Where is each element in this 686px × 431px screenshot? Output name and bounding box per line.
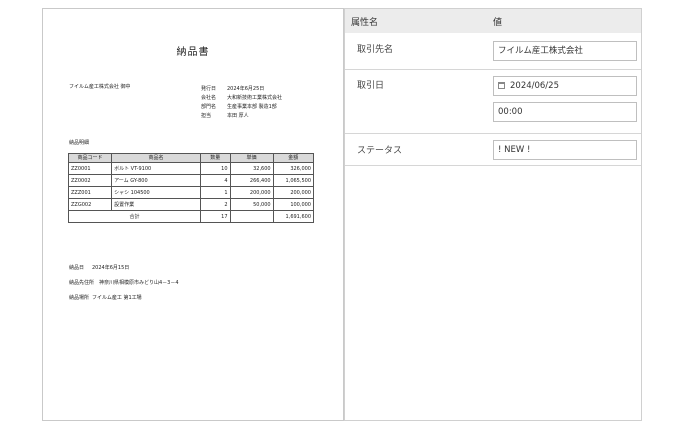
total-label: 合計 <box>68 210 201 223</box>
meta-person: 担当 本田 厚人 <box>201 111 282 120</box>
panel-header: 属性名 値 <box>345 9 641 33</box>
footer-label: 納品場所 <box>69 294 90 301</box>
footer-value: 神奈川県相模原市みどり山4－3－4 <box>99 279 179 286</box>
delivery-place-row: 納品場所 フイルム産工 第1工場 <box>69 290 179 305</box>
cell-amount: 1,065,500 <box>272 174 315 187</box>
property-row-status: ステータス ! NEW ! <box>345 134 641 166</box>
meta-label: 会社名 <box>201 94 217 101</box>
cell-amount: 326,000 <box>272 162 315 175</box>
delivery-address-row: 納品先住所 神奈川県相模原市みどり山4－3－4 <box>69 275 179 290</box>
cell-code: ZZ0001 <box>67 162 113 175</box>
meta-value: 大和新技術工業株式会社 <box>227 94 283 101</box>
partner-input[interactable]: フイルム産工株式会社 <box>493 41 637 61</box>
document-title: 納品書 <box>176 47 210 58</box>
cell-name: シャシ 104500 <box>111 186 201 199</box>
footer-label: 納品先住所 <box>69 279 95 286</box>
table-row: ZZG002 設置作業 2 50,000 100,000 <box>67 198 315 211</box>
table-row: ZZ0001 ボルト VT-9100 10 32,600 326,000 <box>67 162 315 175</box>
header-price: 単価 <box>229 153 274 163</box>
cell-name: 設置作業 <box>111 198 201 211</box>
partner-label: 取引先名 <box>357 45 394 55</box>
total-qty: 17 <box>199 210 231 223</box>
meta-company: 会社名 大和新技術工業株式会社 <box>201 93 282 102</box>
cell-code: ZZ0002 <box>67 174 113 187</box>
cell-amount: 200,000 <box>272 186 315 199</box>
items-table: 商品コード 商品名 数量 単価 金額 ZZ0001 ボルト VT-9100 10… <box>67 153 315 223</box>
delivery-note-page: 納品書 フイルム産工株式会社 御中 発行日 2024年6月25日 会社名 大和新… <box>43 9 343 420</box>
status-input[interactable]: ! NEW ! <box>493 140 637 160</box>
header-code: 商品コード <box>67 153 113 163</box>
cell-qty: 4 <box>199 174 231 187</box>
calendar-icon[interactable] <box>498 82 505 89</box>
meta-label: 担当 <box>201 112 212 119</box>
trade-date-input[interactable]: 2024/06/25 <box>493 76 637 96</box>
table-row: ZZZ001 シャシ 104500 1 200,000 200,000 <box>67 186 315 199</box>
table-total-row: 合計 17 1,691,600 <box>68 210 315 223</box>
cell-qty: 1 <box>199 186 231 199</box>
total-price <box>229 210 274 223</box>
footer-value: フイルム産工 第1工場 <box>92 294 142 301</box>
header-amount: 金額 <box>272 153 315 163</box>
cell-price: 266,400 <box>229 174 274 187</box>
trade-date-label: 取引日 <box>357 81 385 91</box>
cell-qty: 10 <box>199 162 231 175</box>
meta-issue-date: 発行日 2024年6月25日 <box>201 84 282 93</box>
footer-label: 納品日 <box>69 264 85 271</box>
property-row-trade-date: 取引日 2024/06/25 00:00 <box>345 70 641 134</box>
status-label: ステータス <box>357 146 403 156</box>
delivery-date-row: 納品日 2024年6月15日 <box>69 260 179 275</box>
meta-label: 部門名 <box>201 103 217 110</box>
trade-time-input[interactable]: 00:00 <box>493 102 637 122</box>
detail-heading: 納品明細 <box>69 140 90 146</box>
footer-value: 2024年6月15日 <box>92 264 130 271</box>
cell-name: アーム GY-800 <box>111 174 201 187</box>
meta-value: 生産事業本部 製造1部 <box>227 103 277 110</box>
meta-label: 発行日 <box>201 85 217 92</box>
cell-code: ZZZ001 <box>67 186 113 199</box>
delivery-info: 納品日 2024年6月15日 納品先住所 神奈川県相模原市みどり山4－3－4 納… <box>69 260 179 305</box>
cell-price: 32,600 <box>229 162 274 175</box>
meta-department: 部門名 生産事業本部 製造1部 <box>201 102 282 111</box>
cell-price: 200,000 <box>229 186 274 199</box>
header-name: 商品名 <box>111 153 201 163</box>
properties-panel: 属性名 値 取引先名 フイルム産工株式会社 取引日 2024/06/25 00:… <box>344 8 642 421</box>
cell-name: ボルト VT-9100 <box>111 162 201 175</box>
trade-date-value: 2024/06/25 <box>510 81 559 91</box>
document-preview[interactable]: 納品書 フイルム産工株式会社 御中 発行日 2024年6月25日 会社名 大和新… <box>42 8 344 421</box>
issuer-meta: 発行日 2024年6月25日 会社名 大和新技術工業株式会社 部門名 生産事業本… <box>201 84 282 120</box>
header-qty: 数量 <box>199 153 231 163</box>
table-header-row: 商品コード 商品名 数量 単価 金額 <box>67 153 315 163</box>
cell-qty: 2 <box>199 198 231 211</box>
cell-amount: 100,000 <box>272 198 315 211</box>
header-value: 値 <box>493 18 503 28</box>
meta-value: 2024年6月25日 <box>227 85 265 92</box>
cell-price: 50,000 <box>229 198 274 211</box>
property-row-partner: 取引先名 フイルム産工株式会社 <box>345 33 641 70</box>
table-row: ZZ0002 アーム GY-800 4 266,400 1,065,500 <box>67 174 315 187</box>
total-amount: 1,691,600 <box>272 210 315 223</box>
cell-code: ZZG002 <box>67 198 113 211</box>
recipient-company: フイルム産工株式会社 御中 <box>69 84 131 90</box>
header-attribute-name: 属性名 <box>351 18 379 28</box>
meta-value: 本田 厚人 <box>227 112 249 119</box>
